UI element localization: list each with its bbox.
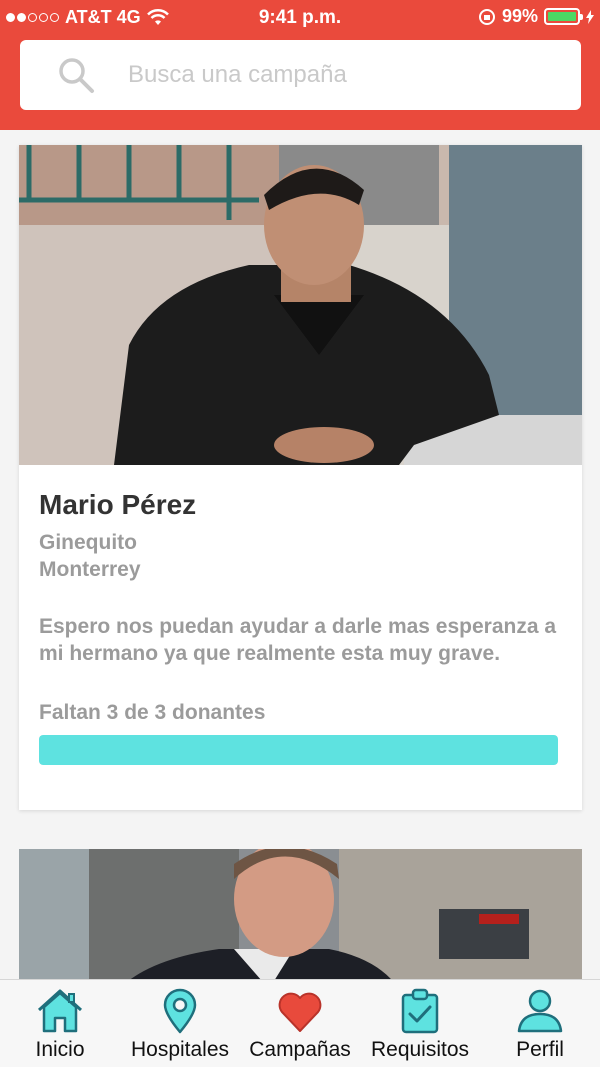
battery-level [548, 12, 576, 21]
charging-bolt-icon [586, 9, 594, 24]
donor-progress-bar [39, 735, 558, 765]
campaign-photo-2 [19, 849, 582, 989]
user-icon [517, 989, 563, 1033]
orientation-lock-icon [478, 8, 495, 25]
campaign-details: Mario Pérez Ginequito Monterrey Espero n… [19, 465, 582, 765]
tab-label: Inicio [35, 1038, 85, 1061]
tab-campanas[interactable]: Campañas [240, 980, 360, 1067]
map-pin-icon [163, 988, 197, 1034]
tab-label: Perfil [516, 1038, 564, 1061]
battery-info: 99% [478, 6, 594, 27]
battery-icon [544, 8, 583, 25]
search-icon [59, 58, 94, 93]
home-icon [37, 989, 83, 1033]
campaign-card-2[interactable] [19, 849, 582, 989]
donors-needed: Faltan 3 de 3 donantes [39, 701, 266, 724]
tab-label: Requisitos [370, 1038, 470, 1061]
search-bar[interactable] [20, 40, 581, 110]
campaign-card[interactable]: Mario Pérez Ginequito Monterrey Espero n… [19, 145, 582, 810]
tab-hospitales[interactable]: Hospitales [120, 980, 240, 1067]
campaign-name: Mario Pérez [39, 489, 197, 520]
campaign-description: Espero nos puedan ayudar a darle mas esp… [39, 615, 557, 665]
campaign-photo [19, 145, 582, 465]
tab-requisitos[interactable]: Requisitos [360, 980, 480, 1067]
tab-bar: Inicio Hospitales Campañas Requisitos Pe… [0, 979, 600, 1067]
app-header: AT&T 4G 9:41 p.m. 99% [0, 0, 600, 130]
campaign-location: Ginequito Monterrey [39, 529, 562, 583]
tab-inicio[interactable]: Inicio [0, 980, 120, 1067]
tab-label: Campañas [249, 1038, 351, 1061]
campaign-location-line2: Monterrey [39, 558, 141, 581]
campaign-location-line1: Ginequito [39, 531, 137, 554]
status-bar: AT&T 4G 9:41 p.m. 99% [0, 0, 600, 36]
heart-icon [278, 992, 322, 1032]
tab-label: Hospitales [130, 1038, 230, 1061]
battery-percent: 99% [501, 6, 538, 26]
tab-perfil[interactable]: Perfil [480, 980, 600, 1067]
search-input[interactable] [128, 61, 548, 89]
clipboard-check-icon [401, 988, 439, 1034]
donor-progress-fill [39, 735, 558, 765]
